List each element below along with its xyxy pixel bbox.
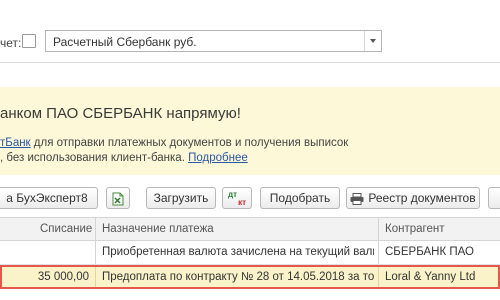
table-row[interactable]: Приобретенная валюта зачислена на текущи… <box>0 241 500 265</box>
banner-line-1-text: для отправки платежных документов и полу… <box>30 137 349 149</box>
banner-title: анком ПАО СБЕРБАНК напрямую! <box>0 105 241 122</box>
excel-button[interactable] <box>106 187 130 209</box>
column-divider <box>378 267 379 287</box>
more-actions-button[interactable] <box>488 187 500 209</box>
sberbank-link[interactable]: тБанк <box>0 137 31 149</box>
column-divider <box>378 218 379 240</box>
pick-button-label: Подобрать <box>269 191 331 205</box>
column-divider <box>95 267 96 287</box>
column-header-debit[interactable]: Списание <box>40 223 92 235</box>
dtkt-icon-bottom: кт <box>238 198 246 207</box>
column-divider <box>378 241 379 264</box>
dtkt-icon: дт кт <box>223 188 251 207</box>
upload-button-label: Загрузить <box>153 191 209 205</box>
cell-counterparty: Loral & Yanny Ltd <box>385 271 476 283</box>
column-divider <box>95 241 96 264</box>
column-header-counterparty[interactable]: Контрагент <box>385 223 444 235</box>
account-checkbox[interactable] <box>22 34 36 48</box>
account-label: чет: <box>0 36 22 50</box>
column-divider <box>95 218 96 240</box>
more-info-link[interactable]: Подробнее <box>188 152 248 164</box>
banner-line-1: тБанк для отправки платежных документов … <box>0 137 348 149</box>
account-select[interactable]: Расчетный Сбербанк руб. <box>45 30 382 52</box>
cell-debit: 35 000,00 <box>37 271 89 283</box>
column-header-purpose[interactable]: Назначение платежа <box>102 223 214 235</box>
dtkt-button[interactable]: дт кт <box>222 187 252 209</box>
table-header: Списание Назначение платежа Контрагент <box>0 217 500 241</box>
payment-registry-button[interactable]: Реестр документов <box>346 187 480 209</box>
cell-purpose: Приобретенная валюта зачислена на текущи… <box>102 246 374 258</box>
chevron-down-icon[interactable] <box>364 31 381 51</box>
dtkt-icon-top: дт <box>228 190 237 199</box>
buhexpert-button-label: а БухЭксперт8 <box>6 191 88 205</box>
pick-button[interactable]: Подобрать <box>260 187 340 209</box>
buhexpert-button[interactable]: а БухЭксперт8 <box>0 187 98 209</box>
banner-line-2-text: , без использования клиент-банка. <box>0 152 189 164</box>
upload-button[interactable]: Загрузить <box>146 187 216 209</box>
excel-icon <box>112 192 124 206</box>
payment-registry-button-label: Реестр документов <box>368 191 476 205</box>
account-select-value: Расчетный Сбербанк руб. <box>53 35 197 49</box>
printer-icon <box>350 192 364 205</box>
cell-counterparty: СБЕРБАНК ПАО <box>385 246 474 258</box>
divider <box>0 62 500 63</box>
table-row-selected[interactable]: 35 000,00 Предоплата по контракту № 28 о… <box>0 265 500 289</box>
banner-line-2: , без использования клиент-банка. Подроб… <box>0 152 248 164</box>
cell-purpose: Предоплата по контракту № 28 от 14.05.20… <box>102 271 374 283</box>
